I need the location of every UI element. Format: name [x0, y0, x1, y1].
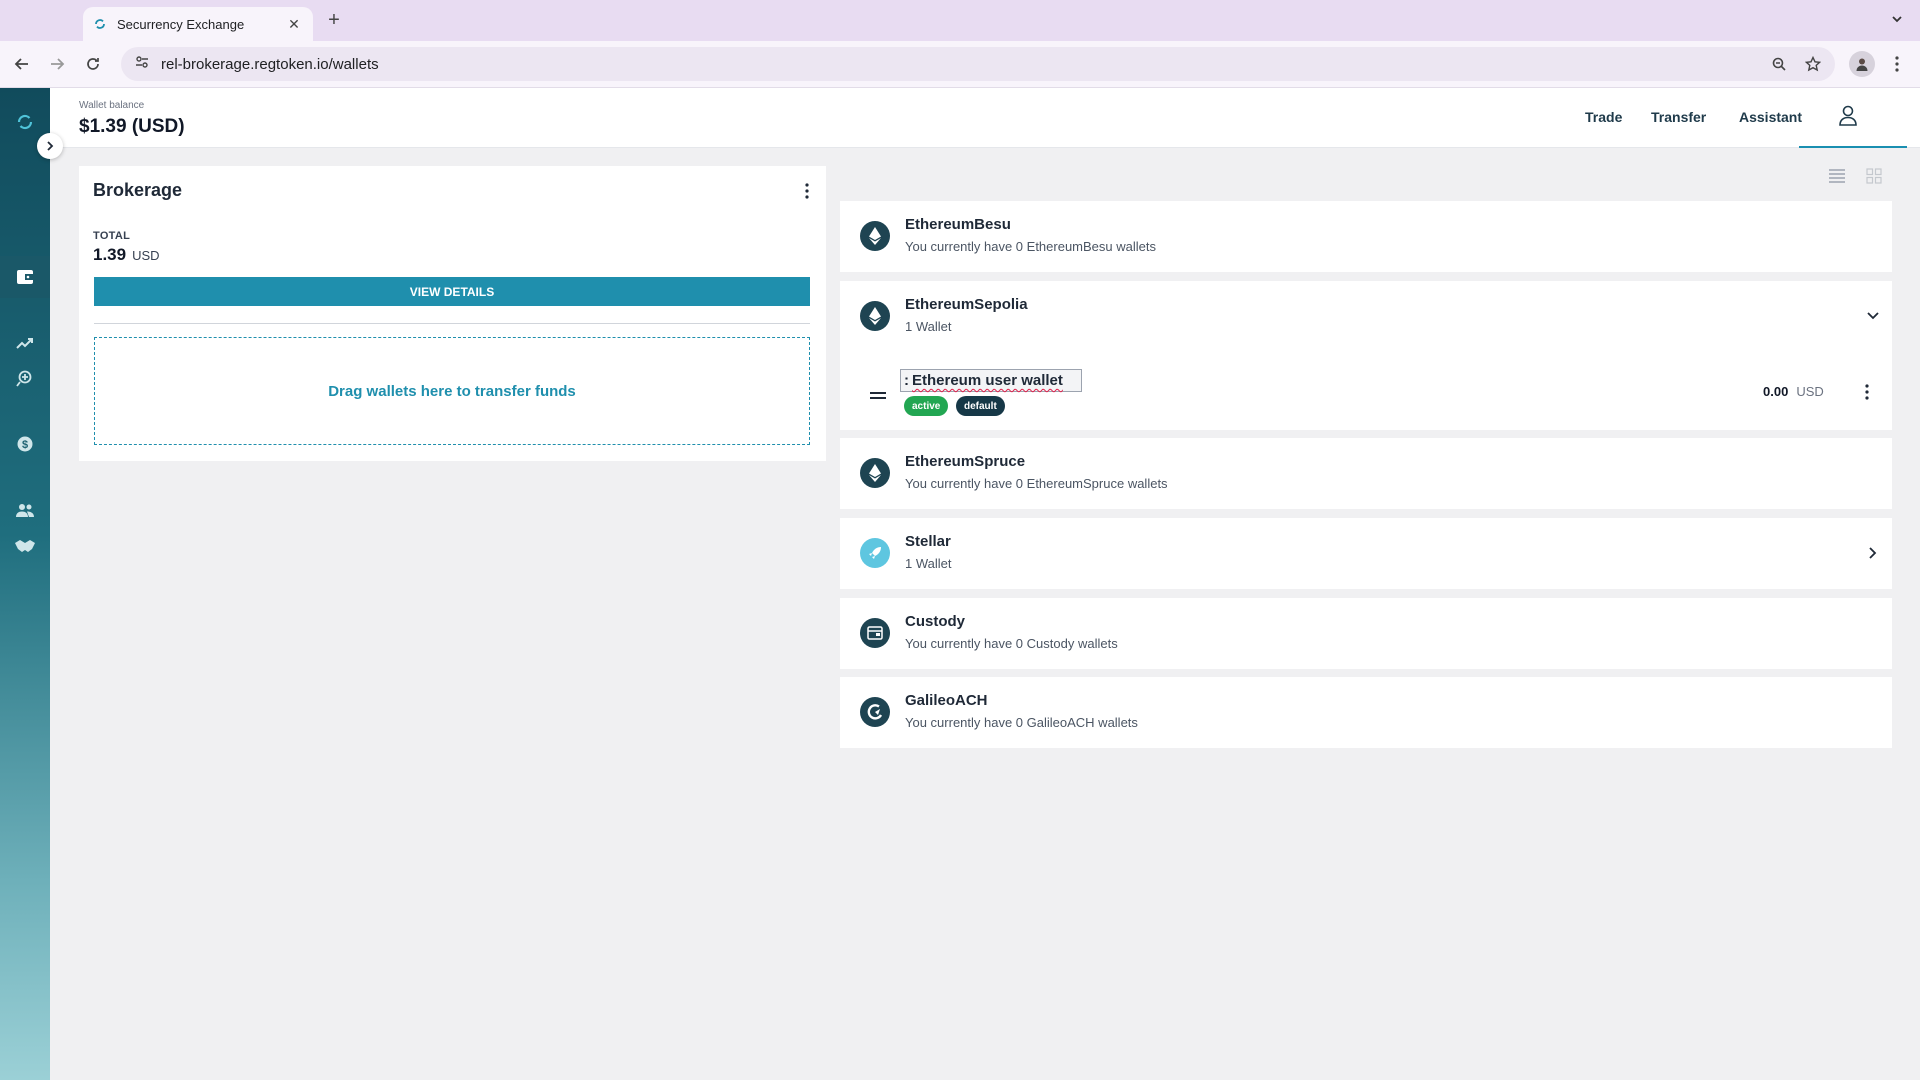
nav-transfer[interactable]: Transfer — [1651, 109, 1706, 125]
wallet-balance-label: Wallet balance — [79, 100, 145, 111]
network-card-stellar[interactable]: Stellar 1 Wallet — [840, 518, 1892, 589]
browser-tab-bar: Securrency Exchange ✕ + — [0, 0, 1920, 41]
main-content: Brokerage TOTAL 1.39 USD VIEW DETAILS Dr… — [50, 148, 1920, 1080]
tab-close-icon[interactable]: ✕ — [285, 16, 303, 33]
user-profile-icon[interactable] — [1837, 104, 1861, 128]
nav-trade[interactable]: Trade — [1585, 109, 1622, 125]
galileo-icon — [860, 697, 890, 727]
brokerage-more-icon[interactable] — [797, 180, 817, 202]
wallet-amount-value: 0.00 — [1763, 384, 1789, 399]
app-sidebar: $ — [0, 88, 50, 1080]
custody-icon — [860, 618, 890, 648]
network-subtitle: You currently have 0 Custody wallets — [905, 636, 1118, 651]
drag-handle-icon[interactable] — [870, 392, 886, 402]
grid-view-icon[interactable] — [1864, 168, 1884, 184]
ethereum-icon — [860, 301, 890, 331]
reload-icon[interactable] — [81, 52, 105, 76]
status-badge: active — [904, 396, 949, 416]
network-card-galileoach[interactable]: GalileoACH You currently have 0 GalileoA… — [840, 677, 1892, 748]
network-card-ethereumspruce[interactable]: EthereumSpruce You currently have 0 Ethe… — [840, 438, 1892, 509]
brokerage-card: Brokerage TOTAL 1.39 USD VIEW DETAILS Dr… — [79, 166, 826, 461]
network-name: EthereumBesu — [905, 216, 1011, 233]
wallet-name-text: Ethereum user wallet — [912, 372, 1063, 389]
drop-zone-text: Drag wallets here to transfer funds — [328, 382, 576, 400]
network-card-ethereumsepolia[interactable]: EthereumSepolia 1 Wallet : Ethereum user… — [840, 281, 1892, 430]
sidebar-expand-button[interactable] — [37, 133, 63, 159]
app-header: Wallet balance $1.39 (USD) Trade Transfe… — [50, 88, 1920, 150]
brokerage-title: Brokerage — [93, 180, 183, 200]
sidebar-item-partners[interactable] — [13, 534, 37, 558]
network-name: Custody — [905, 613, 965, 630]
default-badge: default — [956, 396, 1005, 416]
bookmark-star-icon[interactable] — [1803, 54, 1823, 74]
tab-search-chevron-icon[interactable] — [1886, 10, 1908, 32]
network-name: GalileoACH — [905, 692, 988, 709]
total-label: TOTAL — [93, 230, 131, 242]
tab-title: Securrency Exchange — [117, 16, 245, 32]
browser-toolbar: rel-brokerage.regtoken.io/wallets — [0, 41, 1920, 88]
back-arrow-icon[interactable] — [10, 52, 34, 76]
zoom-icon[interactable] — [1769, 54, 1789, 74]
svg-text:$: $ — [22, 439, 28, 451]
list-view-icon[interactable] — [1827, 168, 1847, 184]
network-card-custody[interactable]: Custody You currently have 0 Custody wal… — [840, 598, 1892, 669]
url-text: rel-brokerage.regtoken.io/wallets — [161, 55, 379, 73]
total-unit: USD — [132, 248, 160, 263]
divider — [94, 323, 810, 324]
total-value: 1.39 — [93, 245, 127, 264]
new-tab-button[interactable]: + — [322, 9, 346, 33]
sidebar-item-wallets[interactable] — [13, 265, 37, 289]
wallet-amount-unit: USD — [1796, 384, 1824, 399]
sidebar-item-markets[interactable] — [13, 331, 37, 355]
browser-tab[interactable]: Securrency Exchange ✕ — [83, 7, 313, 41]
ethereum-icon — [860, 221, 890, 251]
wallet-name-prefix: : — [904, 372, 909, 389]
wallet-more-icon[interactable] — [1857, 381, 1877, 403]
view-details-button[interactable]: VIEW DETAILS — [94, 277, 810, 306]
sidebar-item-users[interactable] — [13, 498, 37, 522]
site-favicon-icon — [93, 17, 107, 31]
network-name: Stellar — [905, 533, 951, 550]
stellar-rocket-icon — [860, 538, 890, 568]
wallet-balance: 0.00 USD — [1763, 384, 1824, 399]
network-name: EthereumSepolia — [905, 296, 1028, 313]
browser-menu-icon[interactable] — [1885, 52, 1909, 76]
network-subtitle: You currently have 0 GalileoACH wallets — [905, 715, 1138, 730]
chevron-down-icon[interactable] — [1865, 308, 1881, 324]
app-logo-icon[interactable] — [13, 110, 37, 134]
network-subtitle: You currently have 0 EthereumSpruce wall… — [905, 476, 1168, 491]
sidebar-item-investment[interactable] — [13, 367, 37, 391]
sidebar-item-payments[interactable]: $ — [13, 432, 37, 456]
forward-arrow-icon[interactable] — [45, 52, 69, 76]
nav-assistant[interactable]: Assistant — [1739, 109, 1802, 125]
ethereum-icon — [860, 458, 890, 488]
profile-avatar[interactable] — [1849, 51, 1875, 77]
chevron-right-icon[interactable] — [1865, 545, 1881, 561]
network-card-ethereumbesu[interactable]: EthereumBesu You currently have 0 Ethere… — [840, 201, 1892, 272]
network-subtitle: 1 Wallet — [905, 319, 952, 334]
network-name: EthereumSpruce — [905, 453, 1026, 470]
total-amount: 1.39 USD — [93, 245, 160, 265]
wallet-balance-value: $1.39 (USD) — [79, 116, 185, 137]
network-subtitle: You currently have 0 EthereumBesu wallet… — [905, 239, 1156, 254]
wallet-name-field[interactable]: : Ethereum user wallet — [900, 369, 1082, 392]
site-settings-icon[interactable] — [135, 55, 149, 74]
network-subtitle: 1 Wallet — [905, 556, 952, 571]
address-bar[interactable]: rel-brokerage.regtoken.io/wallets — [121, 47, 1835, 81]
transfer-drop-zone[interactable]: Drag wallets here to transfer funds — [94, 337, 810, 445]
